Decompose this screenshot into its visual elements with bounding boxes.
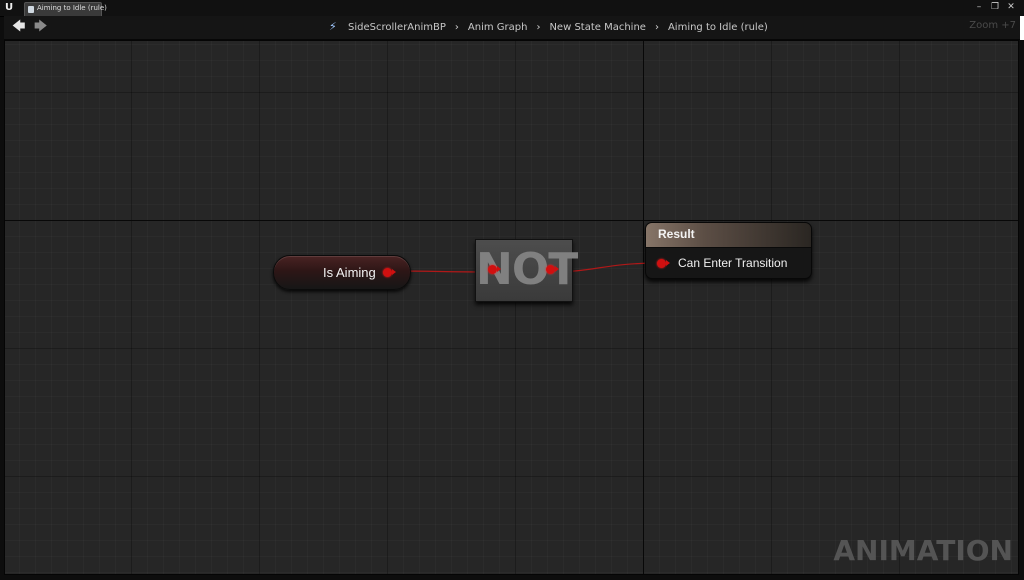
result-pin-label: Can Enter Transition <box>678 256 788 270</box>
breadcrumb-item-anim-bp[interactable]: SideScrollerAnimBP <box>348 22 446 33</box>
breadcrumb-separator-icon: › <box>536 21 541 33</box>
variable-name: Is Aiming <box>323 265 376 280</box>
breadcrumb-separator-icon: › <box>454 21 459 33</box>
result-node-title: Result <box>658 227 695 241</box>
anim-blueprint-icon: ⚡ <box>329 20 337 33</box>
back-arrow-icon[interactable]: 🡄 <box>12 20 25 34</box>
graph-canvas[interactable]: Is Aiming NOT Result Can Enter Transitio… <box>4 40 1019 575</box>
result-node[interactable]: Result Can Enter Transition <box>645 222 812 279</box>
breadcrumb-item-anim-graph[interactable]: Anim Graph <box>468 22 528 33</box>
graph-type-watermark: ANIMATION <box>833 534 1013 567</box>
bool-input-pin-icon[interactable] <box>488 265 501 274</box>
close-button[interactable]: ✕ <box>1004 1 1018 13</box>
graph-toolbar: 🡄 🡆 ⚡ SideScrollerAnimBP › Anim Graph › … <box>4 16 1020 40</box>
variable-node-is-aiming[interactable]: Is Aiming <box>273 255 411 290</box>
maximize-button[interactable]: ❐ <box>988 1 1002 13</box>
tab-title: Aiming to Idle (rule) <box>37 4 107 12</box>
breadcrumb-item-state-machine[interactable]: New State Machine <box>549 22 646 33</box>
breadcrumb-item-transition-rule[interactable]: Aiming to Idle (rule) <box>668 22 768 33</box>
not-node[interactable]: NOT <box>475 239 578 302</box>
bool-output-pin-icon[interactable] <box>383 268 396 277</box>
bool-input-pin-icon[interactable] <box>657 259 670 268</box>
window-controls: – ❐ ✕ <box>972 1 1018 15</box>
wires-layer <box>390 262 661 273</box>
window-edge <box>1020 16 1024 40</box>
document-tab[interactable]: Aiming to Idle (rule) <box>24 2 107 16</box>
blueprint-tab-icon <box>28 6 34 13</box>
zoom-level: Zoom +7 <box>969 20 1016 31</box>
title-bar: U Aiming to Idle (rule) – ❐ ✕ <box>0 0 1024 17</box>
bool-output-pin-icon[interactable] <box>546 265 559 274</box>
unreal-logo-icon[interactable]: U <box>5 2 19 14</box>
forward-arrow-icon[interactable]: 🡆 <box>34 20 47 34</box>
breadcrumb: ⚡ SideScrollerAnimBP › Anim Graph › New … <box>329 20 768 34</box>
minimize-button[interactable]: – <box>972 1 986 13</box>
result-node-header: Result <box>646 223 811 248</box>
breadcrumb-separator-icon: › <box>654 21 659 33</box>
